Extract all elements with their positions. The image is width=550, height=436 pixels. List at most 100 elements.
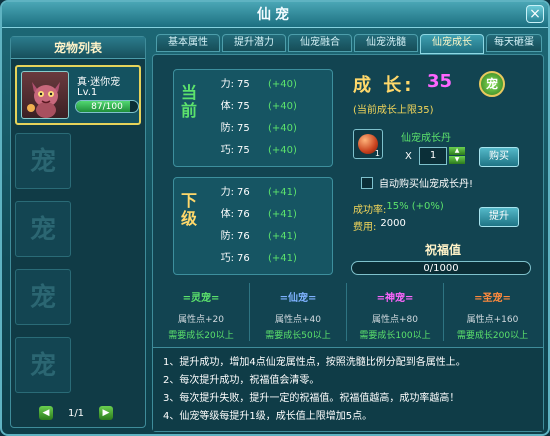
pet-slot-selected[interactable]: 真·迷你宠 Lv.1 87/100 [15, 65, 141, 125]
rank-immortal: =仙宠= 属性点+40 需要成长50以上 [250, 283, 347, 341]
empty-pet-slot[interactable]: 宠 [15, 201, 71, 257]
cost-value: 2000 [380, 218, 406, 229]
quantity-down-button[interactable]: ▼ [449, 156, 465, 164]
rule-line: 3、每次提升失败，提升一定的祝福值。祝福值越高，成功率越高！ [163, 393, 460, 404]
current-stat-row: 巧: 75 (+40) [212, 144, 312, 158]
auto-buy-checkbox[interactable] [361, 176, 373, 189]
rule-line: 2、每次提升成功，祝福值会清零。 [163, 375, 320, 386]
next-stat-row: 巧: 76 (+41) [212, 252, 312, 266]
current-stat-row: 体: 75 (+40) [212, 100, 312, 114]
buy-button[interactable]: 购买 [479, 147, 519, 167]
stat-value: 75 [237, 101, 250, 112]
item-count: 1 [374, 149, 380, 158]
growth-pill-slot[interactable]: 1 [353, 129, 383, 159]
rank-requirement: 需要成长20以上 [168, 331, 234, 341]
growth-limit: (当前成长上限35) [353, 105, 434, 116]
tab-raise-potential[interactable]: 提升潜力 [222, 34, 286, 52]
auto-buy-label: 自动购买仙宠成长丹! [379, 179, 474, 190]
tab-pet-growth[interactable]: 仙宠成长 [420, 34, 484, 54]
pet-avatar [21, 71, 69, 119]
success-rate-value: 15% (+0%) [386, 201, 444, 212]
stat-name: 巧: [220, 145, 234, 156]
stat-value: 75 [237, 123, 250, 134]
pet-level: Lv.1 [77, 87, 98, 98]
stat-name: 力: [220, 79, 234, 90]
stat-bonus: (+41) [268, 187, 297, 198]
current-stats-box: 当前 力: 75 (+40) 体: 75 (+40) 防: 75 (+40) 巧… [173, 69, 333, 167]
blessing-bar: 0/1000 [351, 261, 531, 275]
rank-requirement: 需要成长50以上 [265, 331, 331, 341]
page-indicator: 1/1 [67, 407, 85, 419]
next-label: 下级 [180, 191, 197, 228]
rank-divine: =神宠= 属性点+80 需要成长100以上 [347, 283, 444, 341]
prev-page-button[interactable]: ◀ [39, 406, 53, 420]
next-page-button[interactable]: ▶ [99, 406, 113, 420]
stat-bonus: (+40) [268, 145, 297, 156]
stat-value: 76 [237, 231, 250, 242]
blessing-title: 祝福值 [424, 243, 461, 257]
stat-value: 75 [237, 79, 250, 90]
quantity-stepper: ▲ ▼ [449, 147, 465, 165]
rank-requirement: 需要成长200以上 [456, 331, 529, 341]
stat-value: 76 [237, 209, 250, 220]
upgrade-button[interactable]: 提升 [479, 207, 519, 227]
success-rate: 成功率: 15% (+0%) [353, 201, 444, 216]
pet-name: 真·迷你宠 [77, 77, 121, 88]
close-button[interactable]: × [526, 5, 544, 23]
rank-name: =灵宠= [182, 293, 220, 304]
growth-title: 成 长: [353, 75, 415, 96]
rank-points: 属性点+80 [372, 315, 418, 325]
stat-value: 76 [237, 253, 250, 264]
rules-panel: 1、提升成功，增加4点仙宠属性点，按照洗髓比例分配到各属性上。 2、每次提升成功… [153, 347, 543, 431]
pet-list-pager: ◀ 1/1 ▶ [39, 405, 113, 421]
rank-name: =圣宠= [474, 293, 511, 304]
rank-name: =仙宠= [279, 293, 317, 304]
rule-line: 1、提升成功，增加4点仙宠属性点，按照洗髓比例分配到各属性上。 [163, 357, 466, 368]
tab-basic-attributes[interactable]: 基本属性 [156, 34, 220, 52]
pet-list-panel: 宠物列表 真·迷你宠 Lv.1 87/100 宠 宠 宠 宠 ◀ 1/1 ▶ [10, 36, 146, 428]
rank-points: 属性点+160 [466, 315, 519, 325]
stat-value: 76 [237, 187, 250, 198]
stat-bonus: (+40) [268, 101, 297, 112]
cost: 费用: 2000 [353, 218, 406, 233]
stat-name: 防: [220, 231, 234, 242]
quantity-input[interactable]: 1 [419, 147, 447, 165]
growth-value: 35 [427, 71, 453, 92]
stat-name: 体: [220, 209, 234, 220]
pet-exp-bar: 87/100 [75, 100, 139, 113]
next-stat-row: 体: 76 (+41) [212, 208, 312, 222]
tab-pet-cleanse[interactable]: 仙宠洗髓 [354, 34, 418, 52]
current-stat-row: 防: 75 (+40) [212, 122, 312, 136]
stat-name: 体: [220, 101, 234, 112]
empty-pet-slot[interactable]: 宠 [15, 133, 71, 189]
title-bar: 仙宠 × [2, 2, 548, 28]
tab-daily-egg[interactable]: 每天砸蛋 [486, 34, 542, 52]
success-rate-label: 成功率: [353, 205, 387, 216]
quantity-times: X [405, 151, 412, 162]
empty-pet-slot[interactable]: 宠 [15, 269, 71, 325]
rank-holy: =圣宠= 属性点+160 需要成长200以上 [444, 283, 541, 341]
pet-list-title: 宠物列表 [11, 37, 145, 59]
empty-pet-slot[interactable]: 宠 [15, 337, 71, 393]
pet-window: 仙宠 × 宠物列表 真·迷你宠 Lv.1 87/100 宠 宠 宠 宠 ◀ 1/… [0, 0, 550, 436]
item-name: 仙宠成长丹 [401, 133, 451, 144]
quantity-up-button[interactable]: ▲ [449, 147, 465, 155]
next-stat-row: 防: 76 (+41) [212, 230, 312, 244]
rank-requirement: 需要成长100以上 [359, 331, 431, 341]
current-stat-row: 力: 75 (+40) [212, 78, 312, 92]
tab-pet-fusion[interactable]: 仙宠融合 [288, 34, 352, 52]
stat-bonus: (+41) [268, 231, 297, 242]
window-title: 仙宠 [257, 7, 293, 23]
growth-panel: 当前 力: 75 (+40) 体: 75 (+40) 防: 75 (+40) 巧… [152, 54, 544, 432]
stat-bonus: (+41) [268, 253, 297, 264]
stat-value: 75 [237, 145, 250, 156]
dragon-pet-icon [27, 82, 60, 118]
rank-points: 属性点+40 [275, 315, 321, 325]
tab-bar: 基本属性 提升潜力 仙宠融合 仙宠洗髓 仙宠成长 每天砸蛋 [156, 34, 542, 54]
stat-bonus: (+41) [268, 209, 297, 220]
rank-table: =灵宠= 属性点+20 需要成长20以上 =仙宠= 属性点+40 需要成长50以… [153, 283, 543, 343]
auto-buy-row: 自动购买仙宠成长丹! [361, 175, 473, 190]
stat-name: 防: [220, 123, 234, 134]
next-stat-row: 力: 76 (+41) [212, 186, 312, 200]
current-label: 当前 [180, 83, 197, 120]
